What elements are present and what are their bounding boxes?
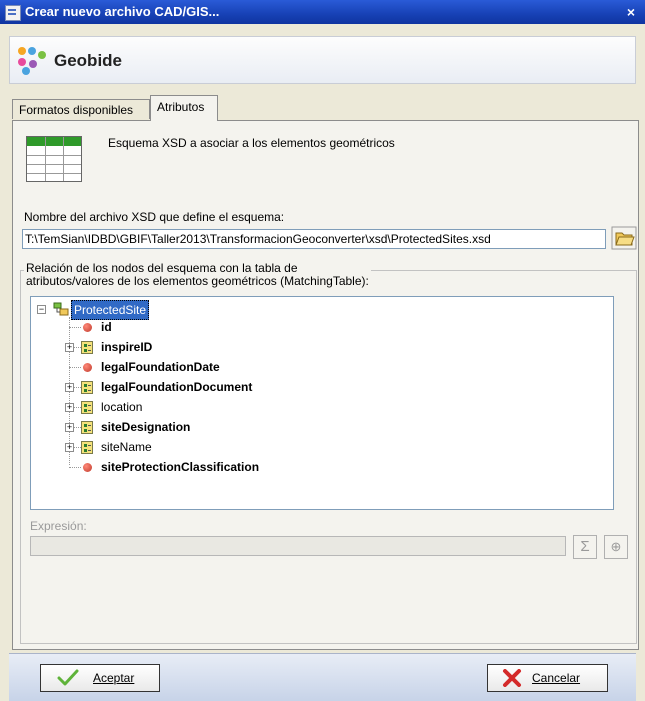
xsd-path-field[interactable]: T:\TemSian\IDBD\GBIF\Taller2013\Transfor… [22, 229, 606, 249]
sigma-icon[interactable]: Σ [573, 535, 597, 559]
expand-toggle-icon[interactable]: + [65, 443, 74, 452]
window-title: Crear nuevo archivo CAD/GIS... [25, 4, 220, 19]
expand-toggle-icon[interactable]: + [65, 423, 74, 432]
tree-node-legalfoundationdocument[interactable]: legalFoundationDocument [101, 378, 252, 396]
element-node-icon [53, 302, 69, 319]
expression-label: Expresión: [30, 519, 87, 533]
tree-node-location[interactable]: location [101, 398, 142, 416]
brand-name: Geobide [54, 51, 123, 70]
tree-root-protectedsite[interactable]: ProtectedSite [71, 300, 150, 320]
tab-atributos[interactable]: Atributos [150, 95, 218, 121]
collapse-toggle-icon[interactable]: − [37, 305, 46, 314]
tab-formatos-disponibles[interactable]: Formatos disponibles [12, 99, 150, 119]
complex-type-icon [81, 401, 93, 414]
cancel-button[interactable]: Cancelar [487, 664, 608, 692]
close-button[interactable]: × [623, 4, 639, 20]
complex-type-icon [81, 341, 93, 354]
expand-toggle-icon[interactable]: + [65, 403, 74, 412]
attribute-icon [83, 463, 92, 472]
tree-node-sitedesignation[interactable]: siteDesignation [101, 418, 190, 436]
title-bar: Crear nuevo archivo CAD/GIS... × [0, 0, 645, 24]
complex-type-icon [81, 441, 93, 454]
checkmark-icon [57, 669, 79, 696]
attribute-icon [83, 323, 92, 332]
open-folder-icon[interactable] [611, 226, 637, 250]
expression-field[interactable] [30, 536, 566, 556]
add-expression-icon[interactable]: ⊕ [604, 535, 628, 559]
cancel-label: Cancelar [532, 671, 581, 685]
complex-type-icon [81, 381, 93, 394]
schema-description: Esquema XSD a asociar a los elementos ge… [108, 136, 395, 150]
schema-tree[interactable]: − ProtectedSite id + inspireID legalFoun… [30, 296, 614, 510]
geobide-banner: Geobide [9, 36, 636, 84]
expand-toggle-icon[interactable]: + [65, 383, 74, 392]
expand-toggle-icon[interactable]: + [65, 343, 74, 352]
attribute-icon [83, 363, 92, 372]
geobide-logo-icon [18, 47, 48, 75]
accept-button[interactable]: Aceptar [40, 664, 160, 692]
table-icon [26, 136, 82, 182]
tree-node-sitename[interactable]: siteName [101, 438, 152, 456]
complex-type-icon [81, 421, 93, 434]
xsd-file-label: Nombre del archivo XSD que define el esq… [24, 210, 285, 224]
red-x-icon [502, 669, 522, 696]
matching-title: Relación de los nodos del esquema con la… [24, 261, 371, 288]
tree-node-id[interactable]: id [101, 318, 112, 336]
app-icon [5, 5, 21, 21]
tree-node-inspireid[interactable]: inspireID [101, 338, 152, 356]
tree-node-legalfoundationdate[interactable]: legalFoundationDate [101, 358, 220, 376]
accept-label: Aceptar [93, 671, 135, 685]
tree-node-siteprotectionclassification[interactable]: siteProtectionClassification [101, 458, 259, 476]
